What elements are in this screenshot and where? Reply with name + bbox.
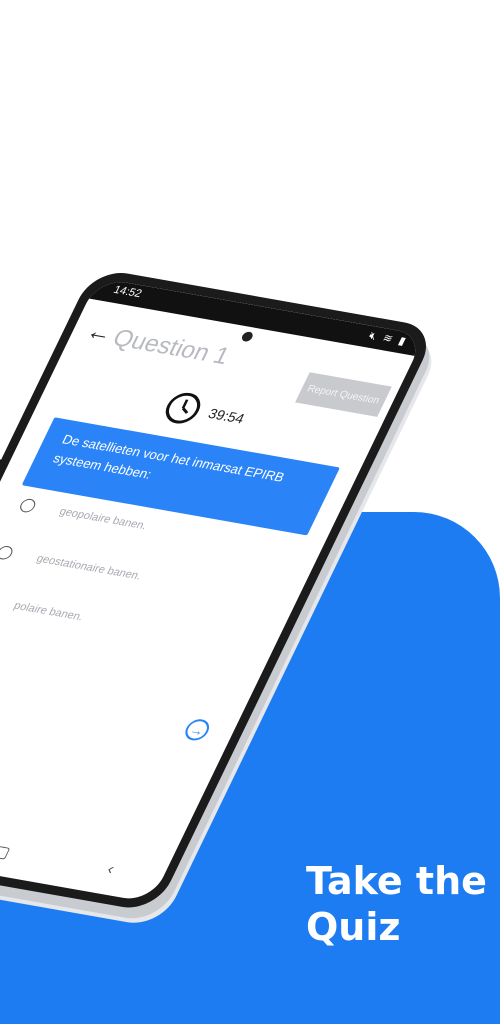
timer: 39:54 [159,389,252,435]
answer-label: geopolaire banen. [57,505,149,533]
report-question-button[interactable]: Report Question [295,372,392,417]
status-time: 14:52 [111,283,144,301]
status-icons: 🔇︎ ≋ ▮ [366,329,410,349]
camera-icon [240,331,255,343]
home-button[interactable]: ▢ [0,841,14,862]
battery-icon: ▮ [396,335,410,348]
mute-icon: 🔇︎ [366,330,381,343]
radio-button[interactable] [17,497,38,514]
timer-value: 39:54 [205,405,248,427]
arrow-right-circle-icon[interactable]: → [181,717,213,743]
answer-label: polaire banen. [11,599,86,624]
tagline-line-2: Quiz [306,905,401,949]
tagline-line-1: Take the [306,859,487,903]
system-back-button[interactable]: ‹ [103,861,117,881]
system-navigation-bar: ||| ▢ ‹ [0,813,166,889]
tagline: Take the Quiz [306,858,487,950]
clock-icon [165,392,201,424]
wifi-icon: ≋ [380,332,397,346]
radio-button[interactable] [0,544,15,561]
answer-option[interactable]: polaire banen. [0,592,86,624]
answer-option[interactable]: geostationaire banen. [0,544,144,583]
answer-label: geostationaire banen. [34,552,144,583]
page-title: Question 1 [108,324,235,370]
